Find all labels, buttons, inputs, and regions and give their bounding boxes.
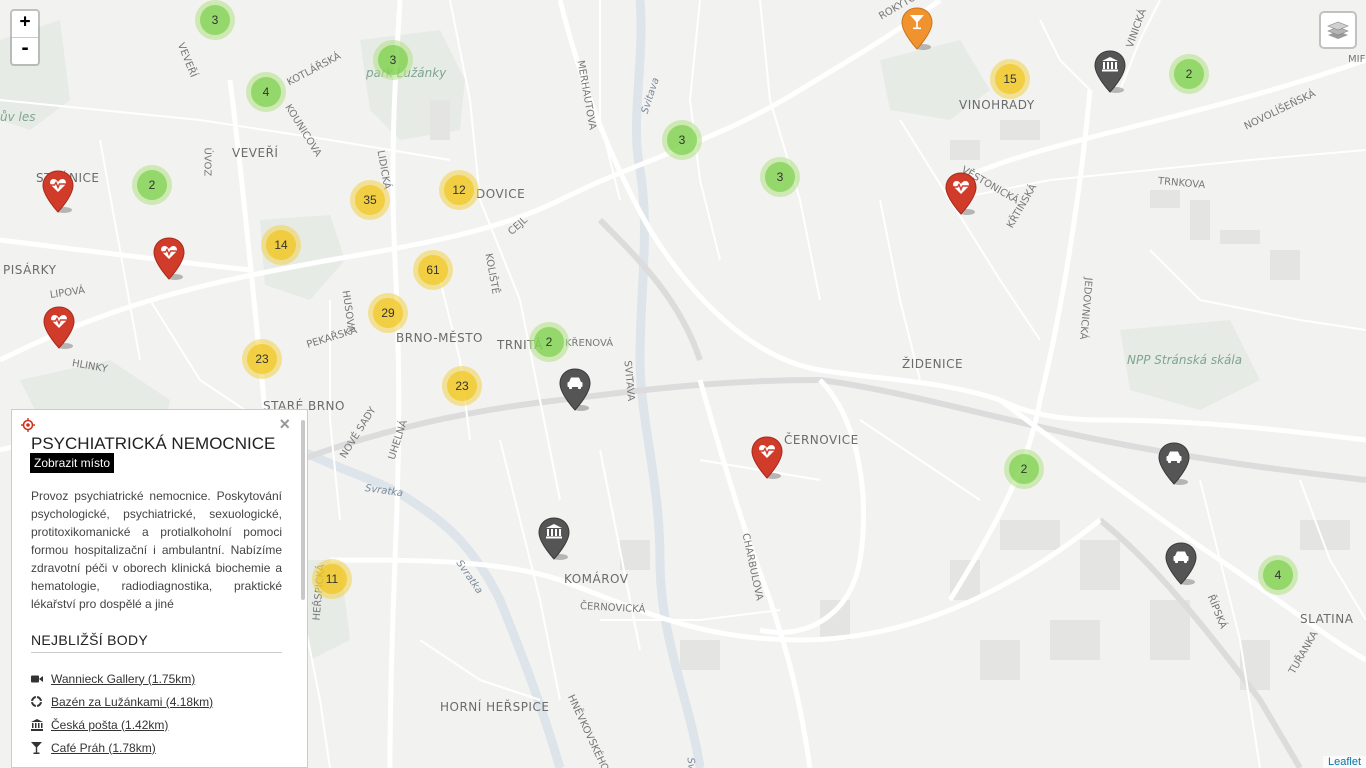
cluster-count: 4 bbox=[251, 77, 281, 107]
cluster-count: 14 bbox=[266, 230, 296, 260]
place-label: BRNO-MĚSTO bbox=[396, 331, 483, 345]
locate-icon[interactable] bbox=[21, 418, 35, 432]
cluster-count: 3 bbox=[200, 5, 230, 35]
video-camera-icon bbox=[31, 674, 51, 684]
life-ring-icon bbox=[31, 696, 51, 707]
street-label: ÚVOZ bbox=[201, 147, 213, 177]
marker-cluster[interactable]: 29 bbox=[368, 293, 408, 333]
cluster-count: 11 bbox=[317, 564, 347, 594]
bank-icon bbox=[31, 718, 51, 731]
marker-cluster[interactable]: 61 bbox=[413, 250, 453, 290]
cluster-count: 2 bbox=[137, 170, 167, 200]
cocktail-icon bbox=[31, 741, 51, 754]
place-label: SLATINA bbox=[1300, 612, 1354, 626]
info-panel: × PSYCHIATRICKÁ NEMOCNICE BRNO Zobrazit … bbox=[11, 409, 308, 768]
close-button[interactable]: × bbox=[279, 414, 290, 435]
car-marker[interactable] bbox=[1158, 442, 1190, 486]
marker-cluster[interactable]: 2 bbox=[529, 322, 569, 362]
post-marker[interactable] bbox=[538, 517, 570, 561]
nearest-list: Wannieck Gallery (1.75km) Bazén za Lužán… bbox=[31, 667, 291, 759]
hospital-marker[interactable] bbox=[42, 170, 74, 214]
cluster-count: 12 bbox=[444, 175, 474, 205]
cluster-count: 2 bbox=[534, 327, 564, 357]
place-label: KOMÁROV bbox=[564, 572, 629, 586]
place-label: VEVEŘÍ bbox=[232, 146, 279, 160]
nearest-link[interactable]: Bazén za Lužánkami (4.18km) bbox=[51, 695, 213, 709]
cluster-count: 3 bbox=[378, 45, 408, 75]
layers-icon bbox=[1327, 21, 1349, 39]
marker-cluster[interactable]: 35 bbox=[350, 180, 390, 220]
bar-marker[interactable] bbox=[901, 7, 933, 51]
car-marker[interactable] bbox=[559, 368, 591, 412]
car-marker[interactable] bbox=[1165, 542, 1197, 586]
zoom-out-button[interactable]: - bbox=[12, 38, 38, 64]
marker-cluster[interactable]: 4 bbox=[1258, 555, 1298, 595]
list-item: Café Práh (1.78km) bbox=[31, 736, 291, 759]
place-label: ČERNOVICE bbox=[784, 433, 859, 447]
marker-cluster[interactable]: 14 bbox=[261, 225, 301, 265]
marker-cluster[interactable]: 3 bbox=[662, 120, 702, 160]
map[interactable]: VEVEŘÍ park Lužánky VINOHRADY STRÁNICE P… bbox=[0, 0, 1366, 768]
list-item: Česká pošta (1.42km) bbox=[31, 713, 291, 736]
nearest-link[interactable]: Wannieck Gallery (1.75km) bbox=[51, 672, 195, 686]
marker-cluster[interactable]: 3 bbox=[373, 40, 413, 80]
marker-cluster[interactable]: 12 bbox=[439, 170, 479, 210]
cluster-count: 29 bbox=[373, 298, 403, 328]
zoom-in-button[interactable]: + bbox=[12, 11, 38, 38]
hospital-marker[interactable] bbox=[945, 172, 977, 216]
nearest-link[interactable]: Česká pošta (1.42km) bbox=[51, 718, 168, 732]
tooltip: Zobrazit místo bbox=[30, 453, 115, 473]
hospital-marker[interactable] bbox=[43, 306, 75, 350]
marker-cluster[interactable]: 15 bbox=[990, 59, 1030, 99]
cluster-count: 23 bbox=[247, 344, 277, 374]
marker-cluster[interactable]: 2 bbox=[132, 165, 172, 205]
cluster-count: 15 bbox=[995, 64, 1025, 94]
hospital-marker-selected[interactable] bbox=[751, 436, 783, 480]
hospital-marker[interactable] bbox=[153, 237, 185, 281]
marker-cluster[interactable]: 23 bbox=[242, 339, 282, 379]
place-label: VINOHRADY bbox=[959, 98, 1035, 112]
marker-cluster[interactable]: 11 bbox=[312, 559, 352, 599]
panel-description: Provoz psychiatrické nemocnice. Poskytov… bbox=[31, 489, 282, 611]
place-label: PISÁRKY bbox=[3, 263, 57, 277]
place-label: DOVICE bbox=[476, 187, 526, 201]
place-label: HORNÍ HEŘSPICE bbox=[440, 700, 550, 714]
cluster-count: 23 bbox=[447, 371, 477, 401]
layers-button[interactable] bbox=[1319, 11, 1357, 49]
attribution-link[interactable]: Leaflet bbox=[1322, 756, 1366, 768]
cluster-count: 3 bbox=[765, 162, 795, 192]
street-label: KŘENOVÁ bbox=[565, 338, 614, 349]
marker-cluster[interactable]: 2 bbox=[1004, 449, 1044, 489]
street-label: MIF bbox=[1348, 54, 1366, 65]
nearest-heading: NEJBLIŽŠÍ BODY bbox=[31, 632, 282, 653]
list-item: Wannieck Gallery (1.75km) bbox=[31, 667, 291, 690]
post-marker[interactable] bbox=[1094, 50, 1126, 94]
panel-scrollbar[interactable] bbox=[301, 420, 305, 600]
place-label: ŽIDENICE bbox=[902, 357, 964, 371]
cluster-count: 3 bbox=[667, 125, 697, 155]
place-label: NPP Stránská skála bbox=[1127, 353, 1243, 367]
cluster-count: 2 bbox=[1174, 59, 1204, 89]
marker-cluster[interactable]: 4 bbox=[246, 72, 286, 112]
list-item: Bazén za Lužánkami (4.18km) bbox=[31, 690, 291, 713]
rivers bbox=[297, 0, 705, 768]
marker-cluster[interactable]: 23 bbox=[442, 366, 482, 406]
place-label: ův les bbox=[0, 110, 36, 124]
marker-cluster[interactable]: 3 bbox=[760, 157, 800, 197]
nearest-link[interactable]: Café Práh (1.78km) bbox=[51, 741, 156, 755]
cluster-count: 61 bbox=[418, 255, 448, 285]
zoom-control: + - bbox=[10, 9, 40, 66]
cluster-count: 35 bbox=[355, 185, 385, 215]
marker-cluster[interactable]: 2 bbox=[1169, 54, 1209, 94]
marker-cluster[interactable]: 3 bbox=[195, 0, 235, 40]
cluster-count: 4 bbox=[1263, 560, 1293, 590]
cluster-count: 2 bbox=[1009, 454, 1039, 484]
